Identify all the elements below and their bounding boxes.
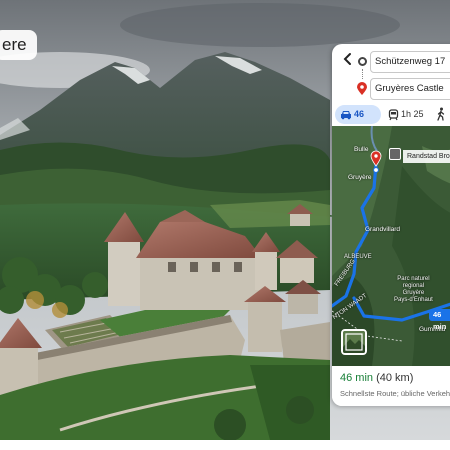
map-label-grandvillard: Grandvillard xyxy=(365,226,401,233)
back-button[interactable] xyxy=(340,52,356,70)
route-map[interactable]: Bulle Gruyère Grandvillard ALBEUVE FREIB… xyxy=(332,126,450,366)
origin-field[interactable]: Schützenweg 17 xyxy=(370,51,450,73)
walking-person-icon[interactable] xyxy=(436,107,446,121)
destination-field[interactable]: Gruyères Castle xyxy=(370,78,450,100)
overlay-label: ere xyxy=(0,30,37,60)
summary-time: 46 min (40 km) xyxy=(340,372,413,384)
route-summary[interactable]: 46 min (40 km) Schnellste Route; übliche… xyxy=(332,366,450,406)
route-connector xyxy=(362,69,363,79)
street-view-icon xyxy=(343,331,365,353)
origin-circle-icon xyxy=(358,57,367,66)
poi-label[interactable]: Randstad Bro xyxy=(403,150,450,163)
train-icon xyxy=(388,109,399,121)
route-time-bubble[interactable]: 46 min xyxy=(429,309,450,331)
tab-driving[interactable]: 46 min xyxy=(335,105,381,138)
summary-duration: 46 min xyxy=(340,372,374,384)
car-icon xyxy=(341,111,351,120)
street-view-thumbnail[interactable] xyxy=(341,329,367,355)
summary-note: Schnellste Route; übliche Verkeh xyxy=(340,389,450,398)
tab-transit[interactable]: 1h 25 xyxy=(388,105,424,124)
arrow-left-icon xyxy=(343,53,351,65)
map-label-albeuve: ALBEUVE xyxy=(344,254,372,260)
travel-mode-tabs: 46 min 1h 25 xyxy=(332,104,450,138)
map-label-gruyere: Gruyère xyxy=(348,174,372,181)
location-pin-icon xyxy=(357,82,367,95)
map-label-bulle: Bulle xyxy=(354,146,369,153)
poi-icon xyxy=(389,148,401,160)
summary-distance: (40 km) xyxy=(376,372,414,384)
directions-card: Schützenweg 17 Gruyères Castle 46 min 1h… xyxy=(332,44,450,406)
map-label-park: Parc naturel regional Gruyère Pays-d'Enh… xyxy=(394,276,433,303)
transit-time-label: 1h 25 xyxy=(401,109,424,119)
